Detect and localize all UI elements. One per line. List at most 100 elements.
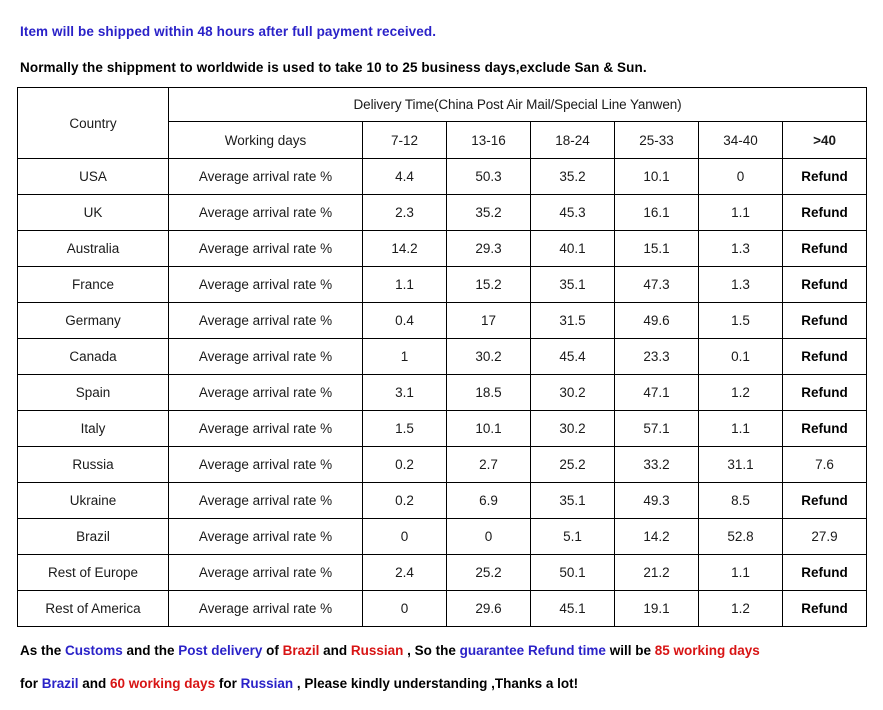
- country-cell: Brazil: [17, 518, 169, 555]
- arrival-rate-cell: 14.2: [362, 230, 447, 267]
- metric-label-cell: Average arrival rate %: [168, 302, 363, 339]
- arrival-rate-cell: 1.1: [698, 554, 783, 591]
- refund-cell: Refund: [781, 158, 868, 195]
- arrival-rate-cell: 0.4: [362, 302, 447, 339]
- footer-text-segment: will be: [605, 643, 655, 658]
- footer-text-segment: Brazil: [282, 643, 320, 658]
- arrival-rate-cell: 50.1: [530, 554, 615, 591]
- header-delivery-time-group: Delivery Time(China Post Air Mail/Specia…: [167, 87, 868, 122]
- metric-label-cell: Average arrival rate %: [168, 230, 363, 267]
- metric-label-cell: Average arrival rate %: [168, 554, 363, 591]
- footer-text-segment: As the: [20, 643, 66, 658]
- refund-cell: Refund: [781, 338, 868, 375]
- table-row: USA Average arrival rate % 4.4 50.3 35.2 10.1…: [17, 158, 868, 195]
- footer-text-segment: 60 working days: [110, 676, 216, 691]
- table-row: Rest of America Average arrival rate % 0 29…: [17, 590, 868, 627]
- arrival-rate-cell: 50.3: [446, 158, 531, 195]
- arrival-rate-cell: 45.3: [530, 194, 615, 231]
- table-body: USA Average arrival rate % 4.4 50.3 35.2 10.1…: [17, 158, 868, 627]
- country-cell: Rest of Europe: [17, 554, 169, 591]
- arrival-rate-cell: 29.3: [446, 230, 531, 267]
- arrival-rate-cell: 0: [698, 158, 783, 195]
- metric-label-cell: Average arrival rate %: [168, 158, 363, 195]
- arrival-rate-cell: 0.1: [698, 338, 783, 375]
- arrival-rate-cell: 5.1: [530, 518, 615, 555]
- arrival-rate-cell: 33.2: [614, 446, 699, 483]
- footer-text-segment: , Please kindly understanding ,Thanks a …: [293, 676, 579, 691]
- footer-text-segment: 85 working days: [654, 643, 760, 658]
- arrival-rate-cell: 31.1: [698, 446, 783, 483]
- arrival-rate-cell: 47.3: [614, 266, 699, 303]
- arrival-rate-cell: 57.1: [614, 410, 699, 447]
- arrival-rate-cell: 10.1: [614, 158, 699, 195]
- refund-cell: Refund: [781, 194, 868, 231]
- header-band-13-16: 13-16: [446, 121, 531, 159]
- table-row: Brazil Average arrival rate % 0 0 5.1 14.2 52.…: [17, 518, 868, 555]
- footer-text-segment: Russian: [350, 643, 404, 658]
- footer-text-segment: of: [262, 643, 283, 658]
- arrival-rate-cell: 25.2: [446, 554, 531, 591]
- arrival-rate-cell: 16.1: [614, 194, 699, 231]
- arrival-rate-cell: 2.7: [446, 446, 531, 483]
- arrival-rate-cell: 18.5: [446, 374, 531, 411]
- footer-text-segment: and: [78, 676, 111, 691]
- arrival-rate-cell: 30.2: [530, 374, 615, 411]
- refund-cell: Refund: [781, 410, 868, 447]
- country-cell: Germany: [17, 302, 169, 339]
- refund-cell: Refund: [781, 266, 868, 303]
- metric-label-cell: Average arrival rate %: [168, 374, 363, 411]
- footer-text-segment: , So the: [403, 643, 460, 658]
- arrival-rate-cell: 14.2: [614, 518, 699, 555]
- metric-label-cell: Average arrival rate %: [168, 194, 363, 231]
- arrival-rate-cell: 0: [362, 590, 447, 627]
- metric-label-cell: Average arrival rate %: [168, 266, 363, 303]
- footer-text-segment: Russian: [240, 676, 294, 691]
- country-cell: UK: [17, 194, 169, 231]
- arrival-rate-cell: 0.2: [362, 482, 447, 519]
- footer-text-segment: Post delivery: [178, 643, 263, 658]
- arrival-rate-cell: 3.1: [362, 374, 447, 411]
- arrival-rate-cell: 1.5: [698, 302, 783, 339]
- arrival-rate-cell: 45.4: [530, 338, 615, 375]
- arrival-rate-cell: 23.3: [614, 338, 699, 375]
- arrival-rate-cell: 35.1: [530, 266, 615, 303]
- footer-text-segment: and: [319, 643, 351, 658]
- country-cell: Russia: [17, 446, 169, 483]
- header-working-days: Working days: [168, 121, 363, 159]
- header-band-25-33: 25-33: [614, 121, 699, 159]
- header-band-34-40: 34-40: [698, 121, 783, 159]
- arrival-rate-cell: 2.3: [362, 194, 447, 231]
- table-row: Germany Average arrival rate % 0.4 17 31.5 49…: [17, 302, 868, 339]
- arrival-rate-cell: 0: [446, 518, 531, 555]
- country-cell: Rest of America: [17, 590, 169, 627]
- arrival-rate-cell: 2.4: [362, 554, 447, 591]
- arrival-rate-cell: 30.2: [446, 338, 531, 375]
- table-row: Ukraine Average arrival rate % 0.2 6.9 35.1 4…: [17, 482, 868, 519]
- arrival-rate-cell: 1.2: [698, 590, 783, 627]
- arrival-rate-cell: 1.3: [698, 230, 783, 267]
- table-row: UK Average arrival rate % 2.3 35.2 45.3 16.1 1…: [17, 194, 868, 231]
- table-row: Italy Average arrival rate % 1.5 10.1 30.2 57…: [17, 410, 868, 447]
- arrival-rate-cell: 1.3: [698, 266, 783, 303]
- refund-cell: Refund: [781, 374, 868, 411]
- header-band-18-24: 18-24: [530, 121, 615, 159]
- arrival-rate-cell: 7.6: [781, 446, 868, 483]
- arrival-rate-cell: 30.2: [530, 410, 615, 447]
- footer-text-segment: and the: [122, 643, 179, 658]
- refund-policy-line-2: for Brazil and 60 working days for Russi…: [20, 667, 870, 700]
- arrival-rate-cell: 47.1: [614, 374, 699, 411]
- table-row: Rest of Europe Average arrival rate % 2.4 2…: [17, 554, 868, 591]
- delivery-time-table: Country Delivery Time(China Post Air Mai…: [17, 87, 868, 627]
- arrival-rate-cell: 27.9: [781, 518, 868, 555]
- header-row-top: Country Delivery Time(China Post Air Mai…: [17, 87, 868, 159]
- delivery-notice: Normally the shippment to worldwide is u…: [20, 60, 647, 75]
- arrival-rate-cell: 1.1: [362, 266, 447, 303]
- arrival-rate-cell: 0: [362, 518, 447, 555]
- arrival-rate-cell: 1.1: [698, 194, 783, 231]
- table-row: Australia Average arrival rate % 14.2 29.3 4…: [17, 230, 868, 267]
- refund-policy-line-1: As the Customs and the Post delivery of …: [20, 634, 870, 667]
- arrival-rate-cell: 10.1: [446, 410, 531, 447]
- metric-label-cell: Average arrival rate %: [168, 482, 363, 519]
- header-band-7-12: 7-12: [362, 121, 447, 159]
- country-cell: Australia: [17, 230, 169, 267]
